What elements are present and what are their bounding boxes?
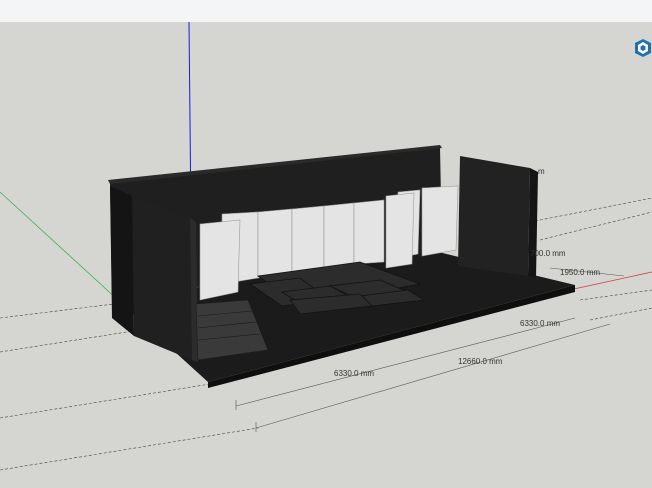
- dimension-width-total: 12660.0 mm: [458, 357, 503, 366]
- dimension-partial: m: [538, 167, 545, 176]
- toolbar-strip: [0, 0, 652, 23]
- green-axis: [0, 191, 119, 301]
- dimension-depth-b: 1950.0 mm: [560, 268, 600, 277]
- dimension-width-left: 6330.0 mm: [334, 369, 374, 378]
- dimension-width-right: 6330.0 mm: [520, 319, 560, 328]
- sketchup-window: 6330.0 mm 12660.0 mm 6330.0 mm 700.0 mm …: [0, 0, 652, 488]
- left-pillar-front[interactable]: [132, 196, 192, 360]
- right-pillar-front[interactable]: [458, 156, 530, 276]
- dimension-depth-a: 700.0 mm: [530, 249, 566, 258]
- model-canvas[interactable]: 6330.0 mm 12660.0 mm 6330.0 mm 700.0 mm …: [0, 22, 652, 488]
- 3d-viewport[interactable]: 6330.0 mm 12660.0 mm 6330.0 mm 700.0 mm …: [0, 22, 652, 488]
- sketchup-logo-icon[interactable]: [634, 38, 652, 60]
- left-pillar-side: [110, 186, 134, 336]
